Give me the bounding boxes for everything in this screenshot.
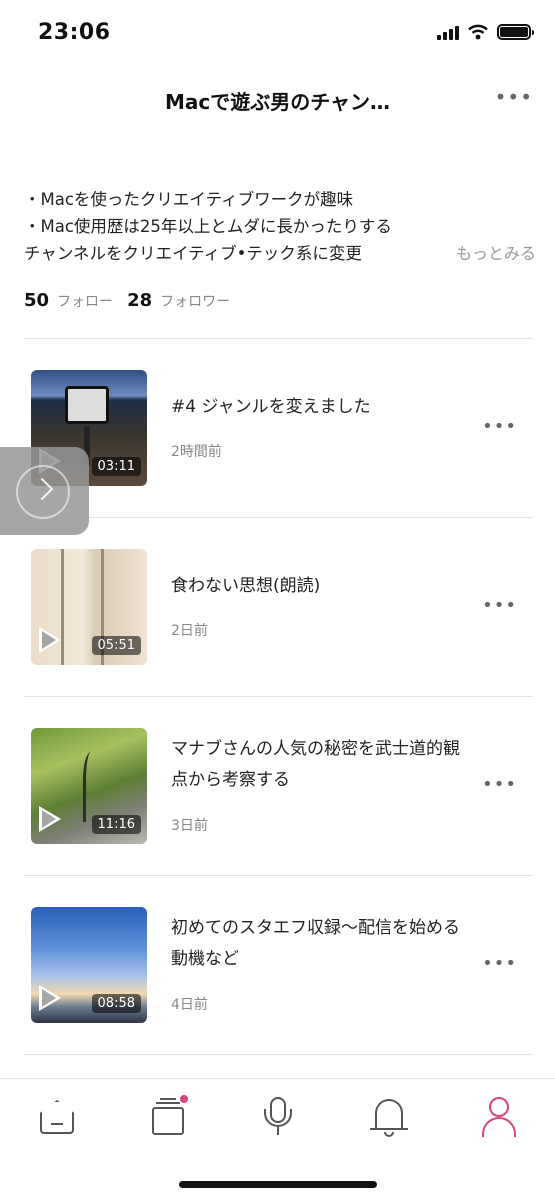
episode-duration: 11:16	[91, 815, 141, 834]
mic-icon[interactable]	[258, 1097, 298, 1137]
show-more-link[interactable]: もっとみる	[456, 240, 536, 267]
play-icon[interactable]	[39, 627, 61, 653]
profile-icon[interactable]	[479, 1097, 519, 1137]
channel-header: Macで遊ぶ男のチャン… •••	[0, 70, 555, 128]
more-options-icon[interactable]: •••	[495, 85, 533, 109]
episode-title[interactable]: 食わない思想(朗読)	[171, 571, 471, 602]
episode-title[interactable]: 初めてのスタエフ収録〜配信を始める動機など	[171, 913, 471, 975]
episode-item[interactable]: 08:58 初めてのスタエフ収録〜配信を始める動機など 4日前 •••	[0, 885, 555, 1064]
channel-bio: ・Macを使ったクリエイティブワークが趣味 ・Mac使用歴は25年以上とムダに長…	[24, 186, 536, 267]
episode-more-icon[interactable]: •••	[482, 595, 517, 616]
follow-stats: 50 フォロー 28 フォロワー	[24, 290, 230, 311]
channel-title: Macで遊ぶ男のチャン…	[164, 90, 391, 114]
notification-dot	[180, 1095, 188, 1103]
status-time: 23:06	[38, 20, 111, 45]
episode-duration: 08:58	[91, 994, 141, 1013]
bio-line: ・Mac使用歴は25年以上とムダに長かったりする	[24, 217, 392, 236]
divider	[24, 517, 533, 518]
followers-count[interactable]: 28	[127, 290, 152, 311]
episode-title[interactable]: マナブさんの人気の秘密を武士道的観点から考察する	[171, 734, 471, 796]
episode-title[interactable]: #4 ジャンルを変えました	[171, 392, 471, 423]
episode-duration: 05:51	[91, 636, 141, 655]
episode-date: 4日前	[171, 997, 208, 1013]
play-icon[interactable]	[39, 806, 61, 832]
divider	[24, 1054, 533, 1055]
following-count[interactable]: 50	[24, 290, 49, 311]
followers-label[interactable]: フォロワー	[160, 291, 230, 311]
bio-line: ・Macを使ったクリエイティブワークが趣味	[24, 190, 354, 209]
bio-line: チャンネルをクリエイティブ•テック系に変更	[24, 244, 362, 263]
episode-more-icon[interactable]: •••	[482, 953, 517, 974]
episode-thumbnail[interactable]: 11:16	[31, 728, 147, 844]
divider	[24, 875, 533, 876]
floating-side-button[interactable]	[0, 447, 89, 535]
status-icons	[437, 24, 534, 40]
divider	[24, 696, 533, 697]
following-label[interactable]: フォロー	[57, 291, 113, 311]
episode-date: 2時間前	[171, 444, 222, 460]
episode-thumbnail[interactable]: 05:51	[31, 549, 147, 665]
home-indicator	[179, 1181, 377, 1188]
episode-more-icon[interactable]: •••	[482, 416, 517, 437]
episode-duration: 03:11	[91, 457, 141, 476]
episode-item[interactable]: 05:51 食わない思想(朗読) 2日前 •••	[0, 527, 555, 706]
divider	[24, 338, 533, 339]
bell-icon[interactable]	[369, 1097, 409, 1137]
library-icon[interactable]	[148, 1095, 188, 1137]
episode-date: 3日前	[171, 818, 208, 834]
episode-date: 2日前	[171, 623, 208, 639]
wifi-icon	[468, 24, 488, 40]
episode-more-icon[interactable]: •••	[482, 774, 517, 795]
play-icon[interactable]	[39, 985, 61, 1011]
home-icon[interactable]	[37, 1097, 77, 1137]
episode-item[interactable]: 11:16 マナブさんの人気の秘密を武士道的観点から考察する 3日前 •••	[0, 706, 555, 885]
episode-thumbnail[interactable]: 08:58	[31, 907, 147, 1023]
battery-icon	[497, 24, 534, 40]
cellular-signal-icon	[437, 24, 459, 40]
status-bar: 23:06	[0, 0, 555, 66]
